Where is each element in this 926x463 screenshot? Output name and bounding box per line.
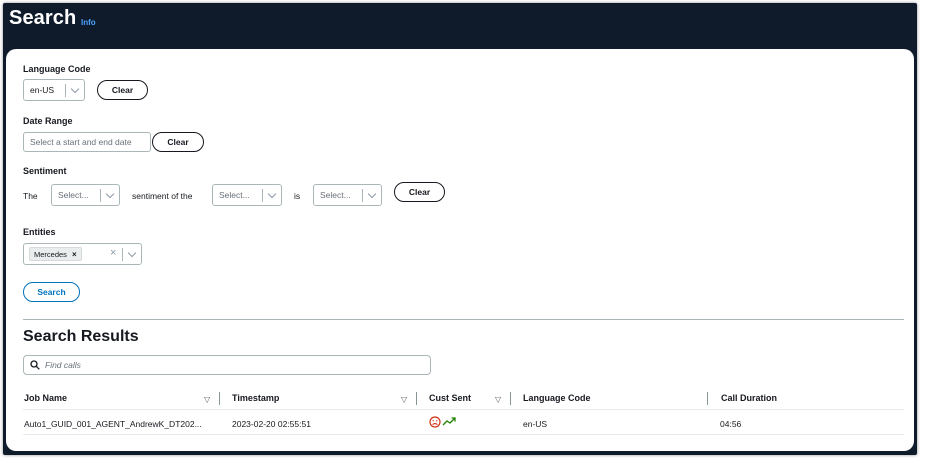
sentiment-value-placeholder: Select... bbox=[320, 190, 351, 200]
chevron-down-icon bbox=[363, 189, 381, 198]
language-code-label: Language Code bbox=[23, 64, 91, 74]
sentiment-period-placeholder: Select... bbox=[219, 190, 250, 200]
column-separator[interactable] bbox=[510, 392, 511, 405]
search-results-heading: Search Results bbox=[23, 328, 139, 345]
app-window: Search Info Language Code en-US Clear Da… bbox=[3, 3, 917, 455]
entity-token-label: Mercedes bbox=[34, 249, 67, 259]
column-separator[interactable] bbox=[219, 392, 220, 405]
sentiment-role-select[interactable]: Select... bbox=[51, 184, 120, 206]
date-range-clear-button[interactable]: Clear bbox=[152, 132, 204, 152]
find-calls-placeholder: Find calls bbox=[45, 360, 81, 370]
chevron-down-icon bbox=[66, 84, 84, 93]
cell-timestamp: 2023-02-20 02:55:51 bbox=[232, 419, 311, 429]
chevron-down-icon bbox=[263, 189, 281, 198]
column-header-cust-sent[interactable]: Cust Sent bbox=[429, 393, 471, 403]
page-header: Search Info bbox=[3, 3, 917, 51]
sentiment-clear-button[interactable]: Clear bbox=[394, 182, 445, 202]
clear-all-icon[interactable]: × bbox=[110, 247, 116, 259]
cell-call-duration: 04:56 bbox=[720, 419, 742, 429]
chevron-down-icon bbox=[101, 189, 119, 198]
column-header-language-code[interactable]: Language Code bbox=[523, 393, 591, 403]
column-header-job-name[interactable]: Job Name bbox=[24, 393, 67, 403]
sentiment-value-select[interactable]: Select... bbox=[313, 184, 382, 206]
main-panel: Language Code en-US Clear Date Range Sel… bbox=[6, 49, 914, 451]
column-separator[interactable] bbox=[707, 392, 708, 405]
language-code-value: en-US bbox=[30, 85, 55, 95]
entity-token: Mercedes × bbox=[29, 247, 82, 261]
chevron-down-icon bbox=[123, 248, 141, 257]
column-separator[interactable] bbox=[416, 392, 417, 405]
sad-face-icon bbox=[429, 416, 441, 428]
section-divider bbox=[23, 319, 904, 320]
sort-icon[interactable]: ▽ bbox=[495, 395, 501, 404]
sentiment-role-placeholder: Select... bbox=[58, 190, 89, 200]
table-row-divider bbox=[23, 434, 904, 435]
cell-job-name[interactable]: Auto1_GUID_001_AGENT_AndrewK_DT202... bbox=[24, 419, 202, 429]
sentiment-is-text: is bbox=[294, 191, 301, 201]
language-code-select[interactable]: en-US bbox=[23, 79, 85, 101]
sentiment-prefix-text: The bbox=[23, 191, 38, 201]
sort-icon[interactable]: ▽ bbox=[204, 395, 210, 404]
date-range-label: Date Range bbox=[23, 116, 73, 126]
column-header-call-duration[interactable]: Call Duration bbox=[721, 393, 777, 403]
date-range-input[interactable]: Select a start and end date bbox=[23, 132, 151, 152]
cell-cust-sent bbox=[429, 416, 456, 428]
sort-icon[interactable]: ▽ bbox=[401, 395, 407, 404]
search-icon bbox=[30, 360, 40, 370]
sentiment-middle-text: sentiment of the bbox=[132, 191, 193, 201]
language-code-clear-button[interactable]: Clear bbox=[97, 80, 148, 100]
column-header-timestamp[interactable]: Timestamp bbox=[232, 393, 279, 403]
search-button[interactable]: Search bbox=[23, 282, 80, 302]
page-title: Search bbox=[9, 7, 77, 29]
cell-language-code: en-US bbox=[523, 419, 548, 429]
entities-label: Entities bbox=[23, 227, 56, 237]
remove-token-icon[interactable]: × bbox=[72, 250, 77, 259]
info-link[interactable]: Info bbox=[81, 18, 96, 27]
sentiment-label: Sentiment bbox=[23, 166, 67, 176]
sentiment-period-select[interactable]: Select... bbox=[212, 184, 282, 206]
find-calls-input[interactable]: Find calls bbox=[23, 355, 431, 375]
table-header-divider bbox=[23, 409, 904, 410]
trend-up-icon bbox=[442, 417, 456, 426]
